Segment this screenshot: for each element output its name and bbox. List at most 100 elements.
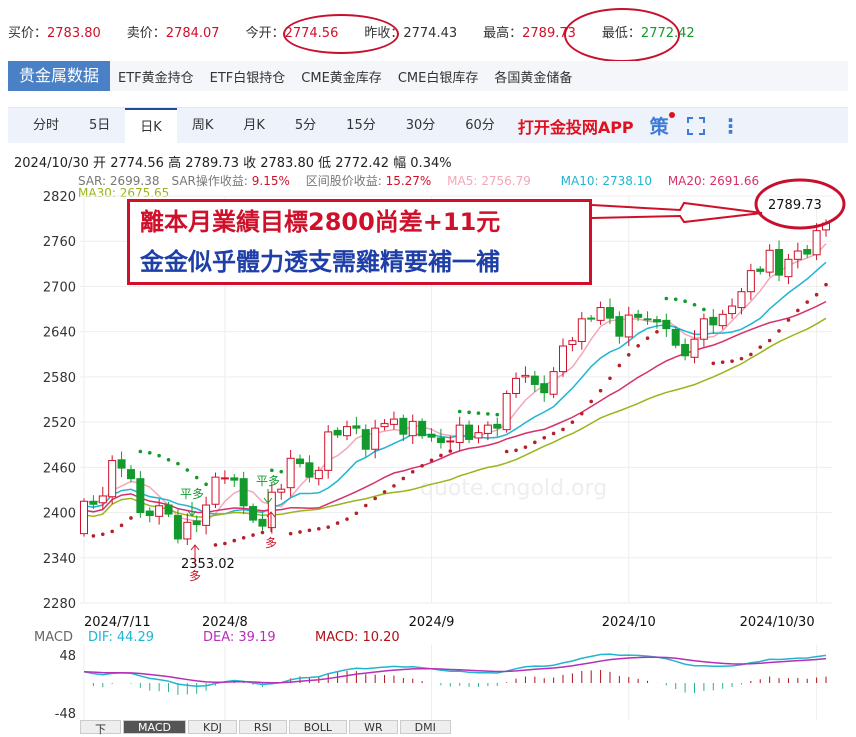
candle-body (709, 316, 718, 326)
sar-dot (711, 361, 716, 366)
down-arrow-icon (187, 502, 197, 517)
sar-dot (692, 302, 697, 307)
sar-dot (354, 511, 359, 516)
sar-dot (129, 516, 133, 520)
candle-body (324, 431, 333, 471)
sar-dot (260, 530, 265, 535)
candle-body (192, 520, 201, 526)
candle-body (728, 305, 737, 315)
sar-dot (598, 388, 603, 393)
candle-body (577, 318, 586, 342)
candle-body (699, 318, 708, 340)
sar-dot (410, 469, 415, 474)
sar-dot (326, 525, 331, 529)
close-long-label: 平多 (256, 474, 280, 488)
candle-body (155, 505, 164, 517)
sar-dot (270, 468, 274, 473)
sar-dot (251, 533, 255, 537)
sar-dot (786, 318, 791, 322)
y-tick-label: 2400 (43, 507, 76, 522)
candle-body (342, 426, 351, 437)
candle-body (296, 458, 305, 465)
candle-body (220, 477, 229, 480)
candle-body (690, 338, 699, 358)
sar-dot (796, 308, 800, 313)
candle-body (587, 317, 596, 320)
candle-body (286, 457, 295, 489)
candle-body (108, 460, 117, 498)
sar-dot (720, 360, 725, 365)
sar-dot (439, 453, 443, 458)
candle-body (408, 420, 417, 437)
candle-body (549, 371, 558, 395)
sar-dot (166, 457, 171, 462)
x-tick-label: 2024/9 (409, 615, 455, 630)
sar-dot (185, 468, 190, 472)
candle-body (812, 230, 821, 256)
candle-body (399, 417, 408, 435)
candle-body (671, 328, 680, 346)
sar-dot (335, 521, 340, 525)
candle-body (164, 504, 173, 515)
x-tick-label: 2024/8 (202, 615, 248, 630)
annotation-box: 離本月業績目標2800尚差+11元 金金似乎體力透支需雞精要補一補 (127, 199, 592, 285)
candle-body (559, 345, 568, 373)
sar-dot (91, 534, 96, 538)
sar-dot (232, 538, 237, 543)
candle-body (446, 440, 455, 443)
candle-body (126, 469, 135, 480)
sar-dot (805, 300, 810, 304)
sar-dot (730, 359, 734, 363)
candle-body (652, 319, 661, 323)
candle-body (624, 314, 633, 338)
sar-dot (448, 449, 453, 453)
sar-dot (429, 458, 434, 463)
candle-body (258, 518, 267, 527)
sar-dot (194, 475, 199, 480)
sar-dot (758, 345, 763, 349)
candle-body (427, 433, 436, 438)
macd-y-bottom: -48 (55, 707, 76, 722)
candle-body (765, 249, 774, 273)
candle-body (483, 424, 492, 434)
sar-dot (147, 451, 152, 455)
candle-body (230, 477, 239, 481)
annotation-line1: 離本月業績目標2800尚差+11元 (140, 208, 501, 236)
sar-dot (673, 297, 678, 302)
sar-dot (373, 496, 377, 501)
candle-body (277, 488, 286, 493)
candle-body (568, 340, 577, 345)
candle-body (436, 437, 445, 443)
candle-body (803, 249, 812, 255)
candle-body (145, 510, 154, 517)
sar-dot (495, 412, 500, 417)
sar-dot (702, 307, 706, 312)
macd-value: MACD: 10.20 (315, 630, 400, 645)
candle-body (239, 478, 248, 507)
sar-dot (523, 445, 528, 449)
candle-body (521, 374, 530, 378)
candle-body (314, 469, 323, 480)
x-tick-label: 2024/7/11 (84, 615, 151, 630)
arrow-annotation (591, 201, 763, 224)
candle-body (389, 418, 398, 425)
sar-dot (241, 535, 246, 540)
y-tick-label: 2340 (43, 552, 76, 567)
sar-dot (533, 440, 537, 445)
y-tick-label: 2700 (43, 280, 76, 295)
candle-body (605, 307, 614, 319)
candle-body (746, 270, 755, 293)
candle-body (502, 392, 511, 431)
sar-dot (467, 410, 471, 415)
sar-dot (382, 490, 387, 494)
candle-body (512, 377, 521, 394)
candle-body (173, 515, 182, 540)
annotation-line2: 金金似乎體力透支需雞精要補一補 (140, 248, 500, 276)
y-tick-label: 2760 (43, 235, 76, 250)
candle-body (530, 375, 539, 385)
candle-body (202, 504, 211, 526)
open-long-label: 多 (265, 536, 277, 550)
sar-dot (504, 449, 509, 454)
candle-body (784, 258, 793, 278)
sar-dot (317, 526, 321, 531)
